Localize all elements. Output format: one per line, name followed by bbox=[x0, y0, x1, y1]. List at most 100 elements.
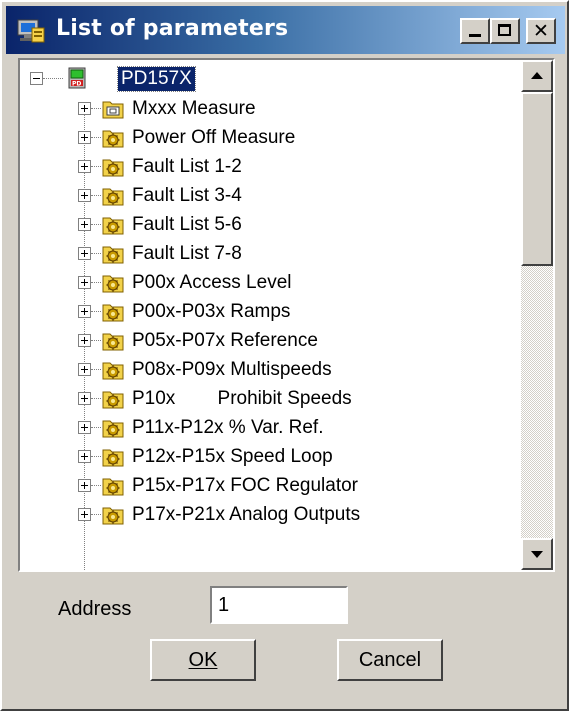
tree-item-label: Fault List 3-4 bbox=[132, 185, 242, 206]
tree-connector bbox=[91, 340, 101, 341]
cancel-button[interactable]: Cancel bbox=[337, 639, 443, 681]
tree-item-label: P11x-P12x % Var. Ref. bbox=[132, 417, 324, 438]
tree-item-label: P00x Access Level bbox=[132, 272, 292, 293]
parameter-tree[interactable]: PD PD157X Mxxx Measure Power Off Measure F… bbox=[18, 58, 555, 572]
title-bar[interactable]: List of parameters ✕ bbox=[6, 6, 565, 54]
tree-item[interactable]: P00x Access Level bbox=[20, 268, 521, 298]
folder-gear-icon bbox=[102, 126, 124, 148]
folder-gear-icon bbox=[102, 213, 124, 235]
folder-gear-icon bbox=[102, 474, 124, 496]
tree-connector bbox=[91, 166, 101, 167]
scroll-up-button[interactable] bbox=[521, 60, 553, 92]
tree-item-label: Fault List 5-6 bbox=[132, 214, 242, 235]
tree-connector bbox=[91, 398, 101, 399]
tree-connector bbox=[91, 485, 101, 486]
device-icon: PD bbox=[68, 67, 86, 89]
tree-item-label: P10x Prohibit Speeds bbox=[132, 388, 352, 409]
tree-connector bbox=[91, 282, 101, 283]
dialog-window: List of parameters ✕ PD PD157X Mxxx Meas… bbox=[0, 0, 569, 711]
tree-item[interactable]: Fault List 3-4 bbox=[20, 181, 521, 211]
tree-item-label: P12x-P15x Speed Loop bbox=[132, 446, 333, 467]
tree-connector bbox=[91, 137, 101, 138]
folder-measure-icon bbox=[102, 97, 124, 119]
scroll-up-arrow-icon bbox=[531, 72, 543, 79]
folder-gear-icon bbox=[102, 416, 124, 438]
tree-item[interactable]: P11x-P12x % Var. Ref. bbox=[20, 413, 521, 443]
ok-button-label: OK bbox=[188, 649, 218, 671]
maximize-icon bbox=[498, 24, 511, 36]
cancel-button-label: Cancel bbox=[358, 649, 422, 671]
tree-item-label: P17x-P21x Analog Outputs bbox=[132, 504, 361, 525]
tree-connector bbox=[91, 253, 101, 254]
tree-item[interactable]: P17x-P21x Analog Outputs bbox=[20, 500, 521, 530]
expand-icon[interactable] bbox=[78, 131, 91, 144]
close-icon: ✕ bbox=[533, 20, 549, 42]
folder-gear-icon bbox=[102, 300, 124, 322]
tree-connector bbox=[43, 78, 63, 79]
tree-connector bbox=[91, 514, 101, 515]
folder-gear-icon bbox=[102, 184, 124, 206]
vertical-scrollbar[interactable] bbox=[521, 60, 553, 570]
expand-icon[interactable] bbox=[78, 334, 91, 347]
tree-item[interactable]: Fault List 1-2 bbox=[20, 152, 521, 182]
tree-item-label: Power Off Measure bbox=[132, 127, 296, 148]
tree-connector bbox=[91, 456, 101, 457]
tree-connector bbox=[91, 311, 101, 312]
tree-item-label: Fault List 1-2 bbox=[132, 156, 242, 177]
expand-icon[interactable] bbox=[78, 363, 91, 376]
tree-item[interactable]: P12x-P15x Speed Loop bbox=[20, 442, 521, 472]
folder-gear-icon bbox=[102, 242, 124, 264]
tree-connector bbox=[91, 427, 101, 428]
tree-item[interactable]: P00x-P03x Ramps bbox=[20, 297, 521, 327]
tree-item[interactable]: Fault List 5-6 bbox=[20, 210, 521, 240]
minimize-button[interactable] bbox=[460, 18, 490, 44]
folder-gear-icon bbox=[102, 329, 124, 351]
tree-item[interactable]: P15x-P17x FOC Regulator bbox=[20, 471, 521, 501]
tree-root-node[interactable]: PD PD157X bbox=[20, 64, 521, 94]
expand-icon[interactable] bbox=[78, 247, 91, 260]
tree-connector bbox=[91, 369, 101, 370]
expand-icon[interactable] bbox=[78, 276, 91, 289]
expand-icon[interactable] bbox=[78, 218, 91, 231]
expand-icon[interactable] bbox=[78, 479, 91, 492]
ok-button[interactable]: OK bbox=[150, 639, 256, 681]
folder-gear-icon bbox=[102, 271, 124, 293]
tree-item-label: Mxxx Measure bbox=[132, 98, 256, 119]
tree-item-label: P15x-P17x FOC Regulator bbox=[132, 475, 358, 496]
expand-icon[interactable] bbox=[78, 102, 91, 115]
tree-item[interactable]: P08x-P09x Multispeeds bbox=[20, 355, 521, 385]
folder-gear-icon bbox=[102, 155, 124, 177]
tree-item[interactable]: P10x Prohibit Speeds bbox=[20, 384, 521, 414]
tree-item[interactable]: P05x-P07x Reference bbox=[20, 326, 521, 356]
expand-icon[interactable] bbox=[78, 189, 91, 202]
tree-content: PD PD157X Mxxx Measure Power Off Measure F… bbox=[20, 60, 521, 570]
scroll-down-button[interactable] bbox=[521, 538, 553, 570]
close-button[interactable]: ✕ bbox=[526, 18, 556, 44]
folder-gear-icon bbox=[102, 387, 124, 409]
tree-item-label: P05x-P07x Reference bbox=[132, 330, 318, 351]
tree-item-label: P08x-P09x Multispeeds bbox=[132, 359, 332, 380]
expand-icon[interactable] bbox=[78, 392, 91, 405]
tree-item-label: Fault List 7-8 bbox=[132, 243, 242, 264]
app-icon bbox=[17, 19, 45, 43]
expand-icon[interactable] bbox=[78, 421, 91, 434]
expand-icon[interactable] bbox=[78, 508, 91, 521]
address-input[interactable] bbox=[210, 586, 348, 624]
expand-icon[interactable] bbox=[78, 305, 91, 318]
folder-gear-icon bbox=[102, 445, 124, 467]
collapse-icon[interactable] bbox=[30, 72, 43, 85]
scroll-thumb[interactable] bbox=[521, 92, 553, 266]
svg-text:PD: PD bbox=[72, 81, 81, 88]
minimize-icon bbox=[469, 34, 481, 37]
maximize-button[interactable] bbox=[490, 18, 520, 44]
tree-connector bbox=[91, 195, 101, 196]
tree-item[interactable]: Power Off Measure bbox=[20, 123, 521, 153]
tree-connector bbox=[91, 224, 101, 225]
tree-connector bbox=[91, 108, 101, 109]
expand-icon[interactable] bbox=[78, 450, 91, 463]
tree-item[interactable]: Mxxx Measure bbox=[20, 94, 521, 124]
tree-root-label[interactable]: PD157X bbox=[117, 66, 196, 92]
address-label: Address bbox=[58, 598, 132, 620]
expand-icon[interactable] bbox=[78, 160, 91, 173]
tree-item[interactable]: Fault List 7-8 bbox=[20, 239, 521, 269]
